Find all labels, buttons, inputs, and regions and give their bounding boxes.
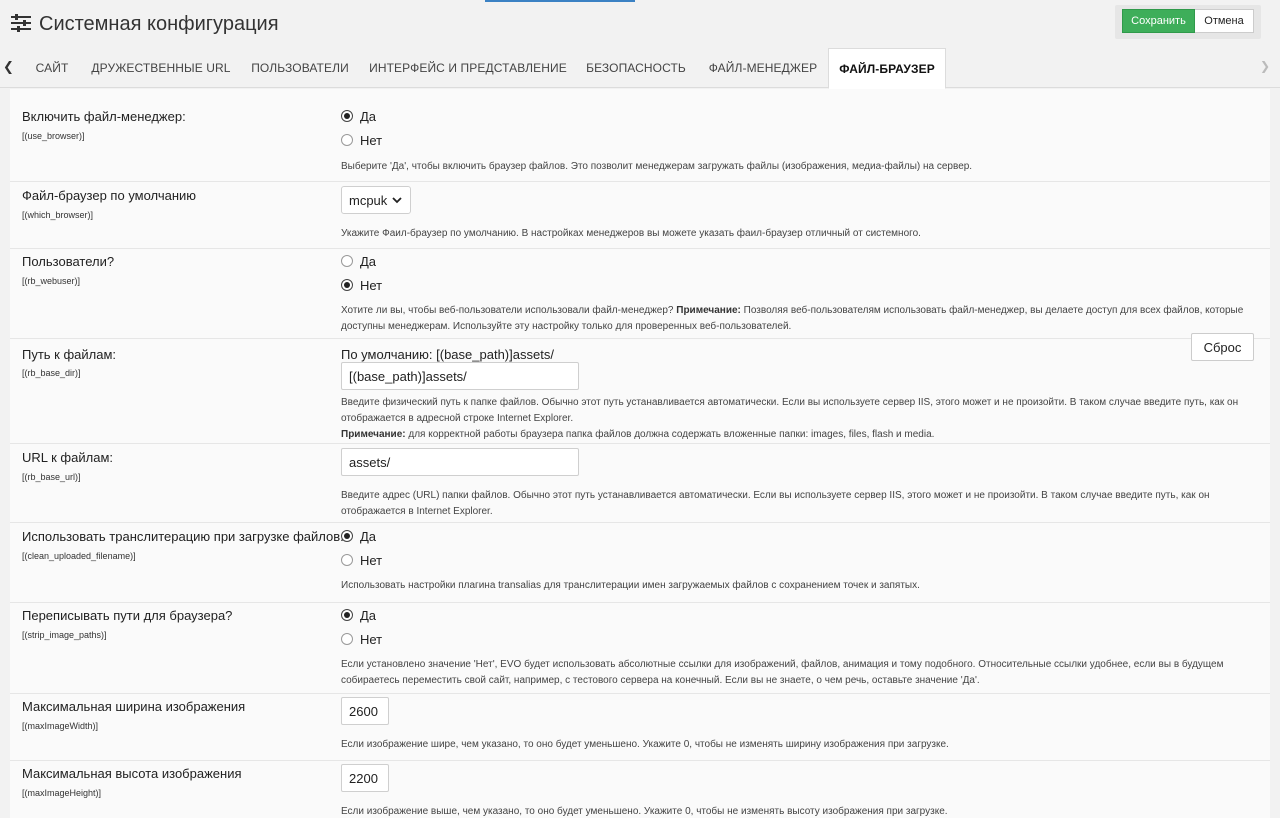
- radio-webuser-yes[interactable]: Да: [341, 253, 376, 269]
- setting-label: Переписывать пути для браузера?: [22, 608, 233, 623]
- max-height-input[interactable]: 2200: [341, 764, 389, 792]
- settings-panel: Включить файл-менеджер: [(use_browser)] …: [10, 89, 1270, 818]
- radio-strip-paths-no[interactable]: Нет: [341, 631, 382, 647]
- setting-key: [(maxImageHeight)]: [22, 788, 102, 798]
- setting-key: [(rb_base_dir)]: [22, 368, 81, 378]
- setting-key: [(clean_uploaded_filename)]: [22, 551, 136, 561]
- sliders-icon: [11, 14, 31, 32]
- radio-translit-no[interactable]: Нет: [341, 552, 382, 568]
- setting-label: Файл-браузер по умолчанию: [22, 188, 197, 203]
- setting-description: Если изображение шире, чем указано, то о…: [341, 739, 949, 750]
- setting-description: Введите физический путь к папке файлов. …: [341, 397, 1239, 440]
- default-value-text: По умолчанию: [(base_path)]assets/: [341, 347, 554, 362]
- chevron-left-icon[interactable]: ❮: [3, 59, 17, 77]
- radio-button[interactable]: [341, 255, 353, 267]
- tab-file-browser[interactable]: ФАЙЛ-БРАУЗЕР: [828, 48, 946, 89]
- setting-key: [(rb_webuser)]: [22, 276, 81, 286]
- setting-label: Путь к файлам:: [22, 347, 117, 362]
- setting-description: Если изображение выше, чем указано, то о…: [341, 806, 948, 817]
- setting-description: Использовать настройки плагина transalia…: [341, 580, 920, 591]
- tab-security[interactable]: БЕЗОПАСНОСТЬ: [576, 48, 696, 88]
- setting-rb-base-url: URL к файлам: [(rb_base_url)] assets/ Вв…: [10, 444, 1270, 523]
- radio-button[interactable]: [341, 134, 353, 146]
- header: Системная конфигурация Сохранить Отмена: [0, 0, 1280, 48]
- setting-strip-image-paths: Переписывать пути для браузера? [(strip_…: [10, 603, 1270, 694]
- setting-use-browser: Включить файл-менеджер: [(use_browser)] …: [10, 89, 1270, 182]
- setting-key: [(strip_image_paths)]: [22, 630, 107, 640]
- setting-description: Выберите 'Да', чтобы включить браузер фа…: [341, 161, 973, 172]
- setting-key: [(which_browser)]: [22, 210, 94, 220]
- setting-description: Хотите ли вы, чтобы веб-пользователи исп…: [341, 305, 1244, 332]
- radio-button[interactable]: [341, 554, 353, 566]
- browser-select[interactable]: mcpuk: [341, 186, 411, 214]
- setting-description: Введите адрес (URL) папки файлов. Обычно…: [341, 490, 1210, 517]
- setting-label: Максимальная высота изображения: [22, 766, 242, 781]
- tab-interface[interactable]: ИНТЕРФЕЙС И ПРЕДСТАВЛЕНИЕ: [362, 48, 574, 88]
- radio-button[interactable]: [341, 633, 353, 645]
- save-button[interactable]: Сохранить: [1122, 9, 1195, 33]
- setting-label: Максимальная ширина изображения: [22, 699, 246, 714]
- base-url-input[interactable]: assets/: [341, 448, 579, 476]
- chevron-right-icon[interactable]: ❯: [1260, 59, 1272, 77]
- radio-use-browser-no[interactable]: Нет: [341, 132, 382, 148]
- setting-max-image-height: Максимальная высота изображения [(maxIma…: [10, 761, 1270, 818]
- setting-label: Пользователи?: [22, 254, 115, 269]
- setting-key: [(maxImageWidth)]: [22, 721, 99, 731]
- radio-button-checked[interactable]: [341, 609, 353, 621]
- setting-clean-uploaded-filename: Использовать транслитерацию при загрузке…: [10, 523, 1270, 603]
- setting-description: Если установлено значение 'Нет', EVO буд…: [341, 659, 1224, 686]
- max-width-input[interactable]: 2600: [341, 697, 389, 725]
- tab-bar: ❮ САЙТ ДРУЖЕСТВЕННЫЕ URL ПОЛЬЗОВАТЕЛИ ИН…: [0, 48, 1280, 89]
- tab-users[interactable]: ПОЛЬЗОВАТЕЛИ: [240, 48, 360, 88]
- radio-button-checked[interactable]: [341, 110, 353, 122]
- radio-strip-paths-yes[interactable]: Да: [341, 607, 376, 623]
- loading-bar: [485, 0, 635, 2]
- action-buttons: Сохранить Отмена: [1115, 5, 1261, 39]
- setting-label: Включить файл-менеджер:: [22, 109, 186, 124]
- setting-max-image-width: Максимальная ширина изображения [(maxIma…: [10, 694, 1270, 761]
- tab-site[interactable]: САЙТ: [22, 48, 82, 88]
- setting-label: Использовать транслитерацию при загрузке…: [22, 529, 344, 544]
- cancel-button[interactable]: Отмена: [1195, 9, 1254, 33]
- radio-button-checked[interactable]: [341, 279, 353, 291]
- base-dir-input[interactable]: [(base_path)]assets/: [341, 362, 579, 390]
- setting-label: URL к файлам:: [22, 450, 113, 465]
- radio-translit-yes[interactable]: Да: [341, 528, 376, 544]
- tab-file-manager[interactable]: ФАЙЛ-МЕНЕДЖЕР: [698, 48, 828, 88]
- setting-rb-base-dir: Путь к файлам: [(rb_base_dir)] По умолча…: [10, 333, 1270, 444]
- setting-key: [(use_browser)]: [22, 131, 85, 141]
- setting-which-browser: Файл-браузер по умолчанию [(which_browse…: [10, 182, 1270, 249]
- tab-friendly-urls[interactable]: ДРУЖЕСТВЕННЫЕ URL: [84, 48, 238, 88]
- chevron-down-icon: [392, 197, 402, 204]
- radio-webuser-no[interactable]: Нет: [341, 277, 382, 293]
- radio-use-browser-yes[interactable]: Да: [341, 108, 376, 124]
- setting-rb-webuser: Пользователи? [(rb_webuser)] Да Нет Хоти…: [10, 249, 1270, 339]
- reset-button[interactable]: Сброс: [1191, 333, 1254, 361]
- setting-description: Укажите Фаил-браузер по умолчанию. В нас…: [341, 228, 921, 239]
- page-title: Системная конфигурация: [39, 13, 279, 35]
- radio-button-checked[interactable]: [341, 530, 353, 542]
- setting-key: [(rb_base_url)]: [22, 472, 81, 482]
